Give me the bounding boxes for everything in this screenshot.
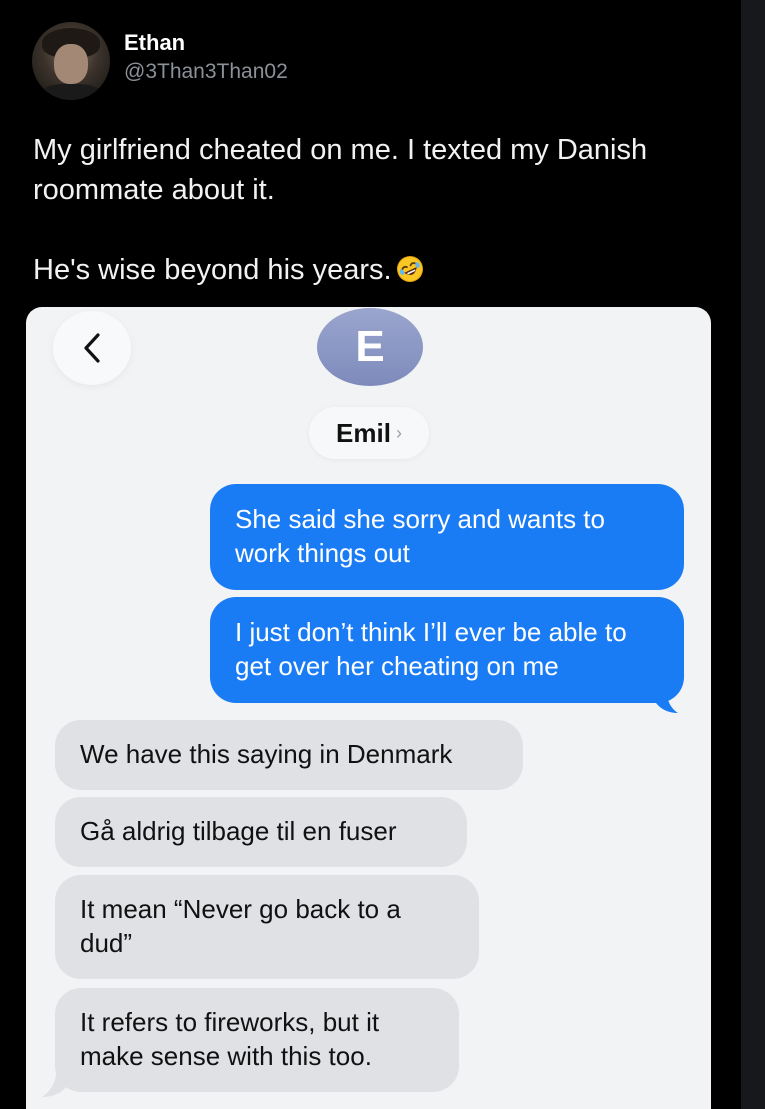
message-text: She said she sorry and wants to work thi… — [235, 504, 605, 568]
tweet-text-line-2: He's wise beyond his years. — [33, 250, 723, 290]
back-button[interactable] — [53, 311, 131, 385]
tweet-page: Ethan @3Than3Than02 My girlfriend cheate… — [0, 0, 765, 1109]
contact-name: Emil — [336, 417, 391, 448]
scrollbar-track — [741, 0, 765, 1109]
sent-bubble-tail — [656, 691, 678, 713]
chevron-left-icon — [84, 333, 100, 363]
message-text: I just don’t think I’ll ever be able to … — [235, 617, 627, 681]
message-text: We have this saying in Denmark — [80, 739, 453, 769]
tweet-text-line-2-content: He's wise beyond his years. — [33, 254, 392, 286]
embedded-imessage-screenshot[interactable]: E Emil › She said she sorry and wants to… — [26, 307, 711, 1109]
message-text: It mean “Never go back to a dud” — [80, 894, 401, 958]
message-bubble-received[interactable]: It mean “Never go back to a dud” — [55, 875, 479, 979]
message-bubble-sent[interactable]: She said she sorry and wants to work thi… — [210, 484, 684, 590]
received-bubble-tail — [42, 1075, 66, 1097]
message-bubble-received[interactable]: We have this saying in Denmark — [55, 720, 523, 790]
message-bubble-received[interactable]: Gå aldrig tilbage til en fuser — [55, 797, 467, 867]
author-handle[interactable]: @3Than3Than02 — [124, 60, 288, 84]
chevron-right-icon: › — [395, 423, 402, 443]
message-text: Gå aldrig tilbage til en fuser — [80, 816, 397, 846]
contact-initial: E — [355, 322, 385, 371]
contact-avatar[interactable]: E — [317, 308, 423, 386]
avatar-face — [54, 44, 88, 84]
author-avatar[interactable] — [32, 22, 110, 100]
tweet-text: My girlfriend cheated on me. I texted my… — [33, 130, 723, 290]
avatar-shirt — [38, 84, 104, 100]
contact-name-button[interactable]: Emil › — [309, 407, 429, 459]
message-bubble-received[interactable]: It refers to fireworks, but it make sens… — [55, 988, 459, 1092]
author-display-name[interactable]: Ethan — [124, 30, 185, 56]
message-bubble-sent[interactable]: I just don’t think I’ll ever be able to … — [210, 597, 684, 703]
message-text: It refers to fireworks, but it make sens… — [80, 1007, 380, 1071]
tweet-text-line-1: My girlfriend cheated on me. I texted my… — [33, 134, 648, 206]
rolling-on-floor-laughing-emoji-icon — [396, 256, 423, 282]
